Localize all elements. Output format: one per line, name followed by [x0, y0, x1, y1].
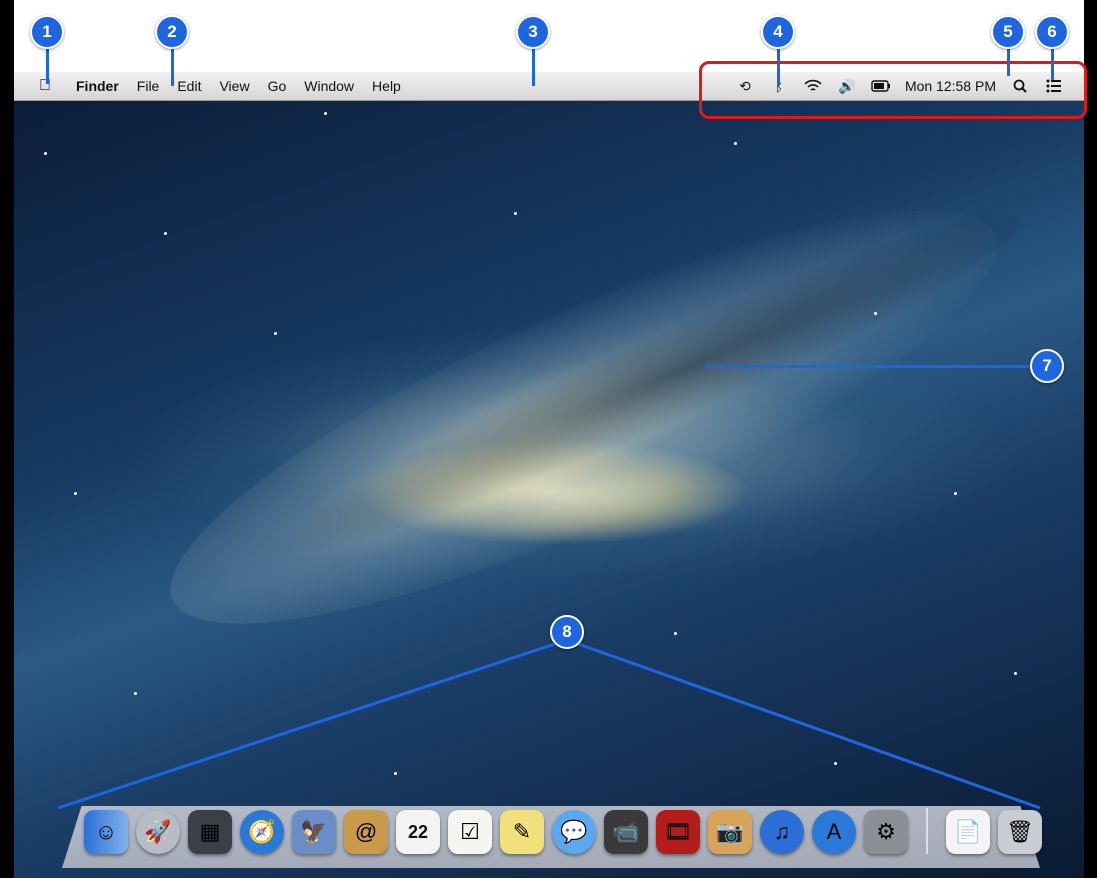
callout-leader-8 — [57, 638, 1041, 810]
callout-8: 8 — [550, 615, 584, 649]
callout-number: 8 — [562, 622, 572, 641]
